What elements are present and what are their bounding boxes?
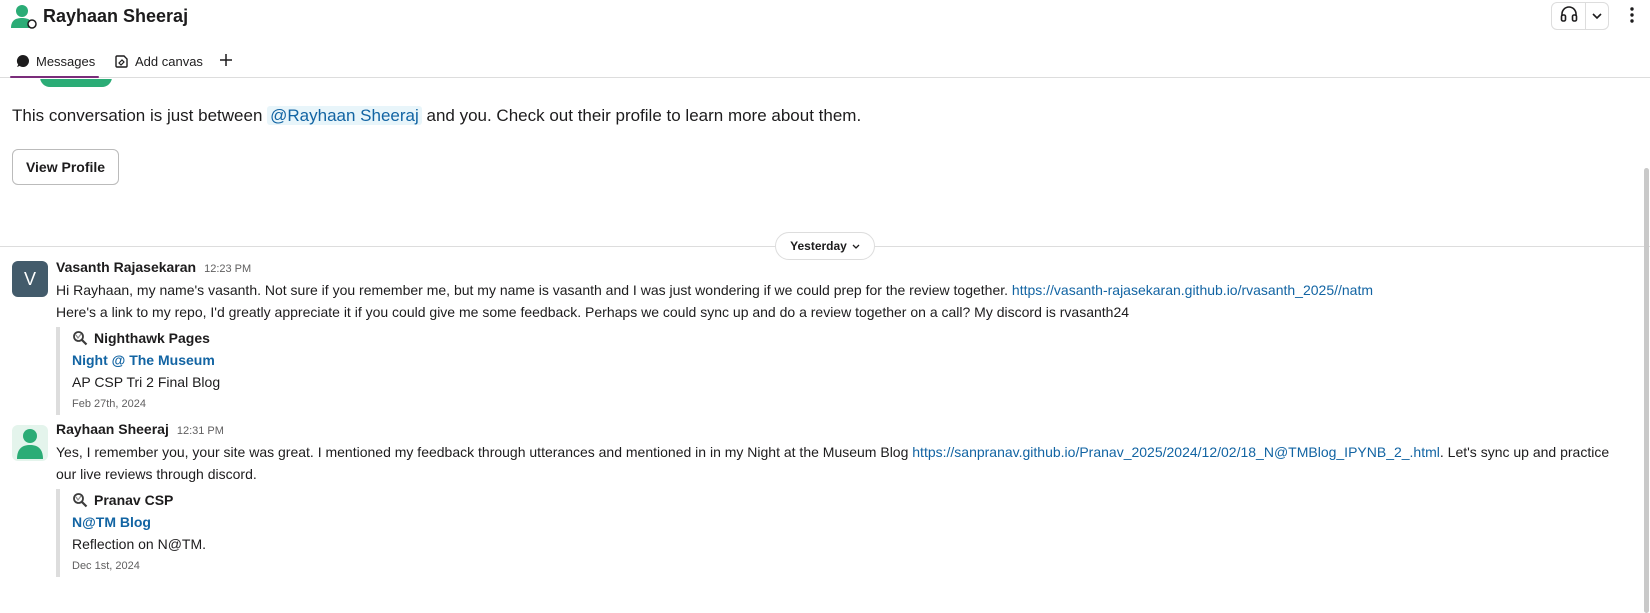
message-text-line: Hi Rayhaan, my name's vasanth. Not sure …: [56, 282, 1012, 298]
link-preview-site: Nighthawk Pages: [72, 327, 1632, 349]
headphones-icon: [1560, 5, 1578, 27]
chevron-down-icon: [852, 239, 860, 253]
site-favicon-icon: [72, 492, 88, 508]
canvas-icon: [114, 54, 129, 69]
message-text: Here's a link to my repo, I'd greatly ap…: [56, 304, 1130, 320]
message-list[interactable]: This conversation is just between @Rayha…: [0, 79, 1650, 613]
link-preview-site: Pranav CSP: [72, 489, 1632, 511]
message-text-line: Yes, I remember you, your site was great…: [56, 444, 913, 460]
add-tab-button[interactable]: [216, 46, 236, 76]
message-link[interactable]: https://sanpranav.github.io/Pranav_2025/…: [912, 444, 1440, 460]
link-preview: Nighthawk Pages Night @ The Museum AP CS…: [56, 327, 1632, 415]
message-bubble-icon: [16, 54, 30, 68]
tab-messages[interactable]: Messages: [10, 46, 100, 78]
conversation-intro: This conversation is just between @Rayha…: [12, 106, 861, 126]
date-divider-button[interactable]: Yesterday: [775, 232, 875, 260]
link-preview-site-name: Pranav CSP: [94, 492, 174, 508]
sender-name[interactable]: Rayhaan Sheeraj: [56, 421, 169, 437]
tab-label: Add canvas: [135, 53, 203, 69]
active-tab-indicator: [10, 76, 100, 78]
avatar[interactable]: [12, 425, 48, 461]
huddle-button[interactable]: [1552, 3, 1587, 29]
intro-text: and you. Check out their profile to lear…: [421, 106, 862, 125]
link-preview-site-name: Nighthawk Pages: [94, 330, 210, 346]
channel-tabs: Messages Add canvas: [0, 44, 1650, 78]
sender-name[interactable]: Vasanth Rajasekaran: [56, 259, 196, 275]
user-silhouette-icon: [12, 423, 48, 464]
tab-add-canvas[interactable]: Add canvas: [110, 46, 207, 76]
profile-avatar-partial: [40, 79, 112, 87]
user-presence-icon[interactable]: [10, 4, 40, 30]
huddle-button-group: [1551, 2, 1609, 30]
link-preview-date: Dec 1st, 2024: [72, 560, 140, 572]
link-preview-title[interactable]: N@TM Blog: [72, 511, 1632, 533]
message-timestamp[interactable]: 12:23 PM: [204, 263, 251, 275]
message-body: Rayhaan Sheeraj 12:31 PM Yes, I remember…: [56, 421, 1632, 577]
link-preview-title[interactable]: Night @ The Museum: [72, 349, 1632, 371]
message-link[interactable]: https://vasanth-rajasekaran.github.io/rv…: [1012, 282, 1373, 298]
site-favicon-icon: [72, 330, 88, 346]
channel-title[interactable]: Rayhaan Sheeraj: [43, 6, 188, 27]
intro-text: This conversation is just between: [12, 106, 268, 125]
view-profile-button[interactable]: View Profile: [12, 149, 119, 185]
avatar[interactable]: V: [12, 261, 48, 297]
message-header: Vasanth Rajasekaran 12:23 PM: [56, 259, 1632, 279]
link-preview-description: AP CSP Tri 2 Final Blog: [72, 374, 221, 390]
link-preview-date: Feb 27th, 2024: [72, 398, 147, 410]
scrollbar[interactable]: [1644, 168, 1649, 613]
user-mention[interactable]: @Rayhaan Sheeraj: [267, 106, 422, 125]
plus-icon: [219, 53, 233, 70]
kebab-menu-icon: [1630, 6, 1634, 28]
link-preview: Pranav CSP N@TM Blog Reflection on N@TM.…: [56, 489, 1632, 577]
channel-header: Rayhaan Sheeraj: [0, 0, 1650, 40]
date-label: Yesterday: [790, 239, 847, 253]
link-preview-description: Reflection on N@TM.: [72, 536, 207, 552]
tab-label: Messages: [36, 53, 96, 69]
chevron-down-icon: [1592, 7, 1602, 25]
huddle-options-button[interactable]: [1586, 3, 1608, 29]
message-timestamp[interactable]: 12:31 PM: [177, 425, 224, 437]
message-header: Rayhaan Sheeraj 12:31 PM: [56, 421, 1632, 441]
more-actions-button[interactable]: [1620, 4, 1644, 30]
message-text: Yes, I remember you, your site was great…: [56, 441, 1632, 485]
message-body: Vasanth Rajasekaran 12:23 PM Hi Rayhaan,…: [56, 259, 1632, 415]
message-text: Hi Rayhaan, my name's vasanth. Not sure …: [56, 279, 1632, 301]
